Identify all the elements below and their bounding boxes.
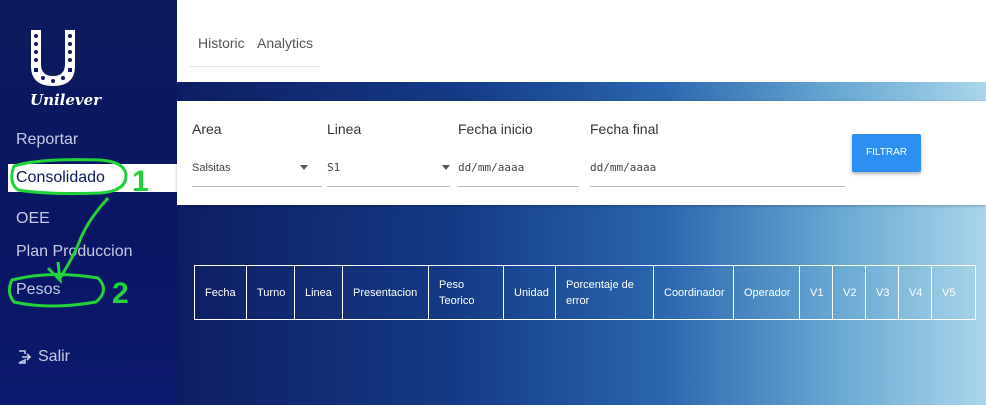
linea-value: S1: [327, 161, 341, 174]
sidebar-item-label: OEE: [16, 210, 50, 227]
chevron-down-icon: [300, 165, 308, 170]
fecha-final-placeholder: dd/mm/aaaa: [590, 161, 657, 174]
logout-button[interactable]: Salir: [8, 343, 177, 371]
chevron-down-icon: [442, 165, 450, 170]
column-header[interactable]: Coordinador: [654, 266, 734, 319]
sidebar-item-label: Consolidado: [16, 169, 105, 186]
column-header[interactable]: Presentacion: [343, 266, 429, 319]
column-header[interactable]: Unidad: [504, 266, 556, 319]
filtrar-button[interactable]: FILTRAR: [852, 134, 921, 172]
sidebar-item-label: Reportar: [16, 131, 79, 148]
sidebar-item-label: Pesos: [16, 281, 61, 298]
sidebar-item-pesos[interactable]: Pesos: [8, 276, 177, 304]
column-header[interactable]: Porcentaje de error: [556, 266, 654, 319]
sidebar: Unilever Reportar Consolidado OEE Plan P…: [0, 0, 177, 405]
fecha-inicio-placeholder: dd/mm/aaaa: [458, 161, 525, 174]
column-header[interactable]: Operador: [734, 266, 800, 319]
logout-label: Salir: [38, 348, 71, 365]
sidebar-item-oee[interactable]: OEE: [8, 205, 177, 233]
fecha-inicio-input[interactable]: dd/mm/aaaa: [458, 157, 579, 187]
column-header[interactable]: Fecha: [195, 266, 247, 319]
brand-name: Unilever: [30, 91, 102, 109]
area-select[interactable]: Salsitas: [192, 157, 322, 187]
column-header[interactable]: V5: [932, 266, 975, 319]
fecha-inicio-label: Fecha inicio: [458, 121, 533, 137]
area-value: Salsitas: [192, 162, 231, 174]
logout-icon: [18, 350, 32, 364]
filter-card: Area Linea Fecha inicio Fecha final Sals…: [177, 101, 986, 205]
sidebar-item-label: Plan Produccion: [16, 243, 133, 260]
table-header: Fecha Turno Linea Presentacion Peso Teor…: [194, 265, 976, 320]
tab-historic[interactable]: Historic: [198, 35, 245, 51]
column-header[interactable]: Peso Teorico: [429, 266, 504, 319]
column-header[interactable]: Linea: [295, 266, 343, 319]
linea-select[interactable]: S1: [327, 157, 450, 187]
area-label: Area: [192, 121, 222, 137]
column-header[interactable]: V4: [899, 266, 932, 319]
column-header[interactable]: V1: [800, 266, 833, 319]
fecha-final-label: Fecha final: [590, 121, 659, 137]
unilever-logo-icon: [31, 30, 75, 86]
linea-label: Linea: [327, 121, 362, 137]
header-divider: [190, 66, 320, 67]
sidebar-item-plan-produccion[interactable]: Plan Produccion: [8, 238, 177, 266]
column-header[interactable]: V3: [866, 266, 899, 319]
tab-analytics[interactable]: Analytics: [257, 35, 313, 51]
column-header[interactable]: V2: [833, 266, 866, 319]
sidebar-item-reportar[interactable]: Reportar: [8, 126, 177, 154]
fecha-final-input[interactable]: dd/mm/aaaa: [590, 157, 845, 187]
column-header[interactable]: Turno: [247, 266, 295, 319]
sidebar-item-consolidado[interactable]: Consolidado: [8, 164, 177, 192]
